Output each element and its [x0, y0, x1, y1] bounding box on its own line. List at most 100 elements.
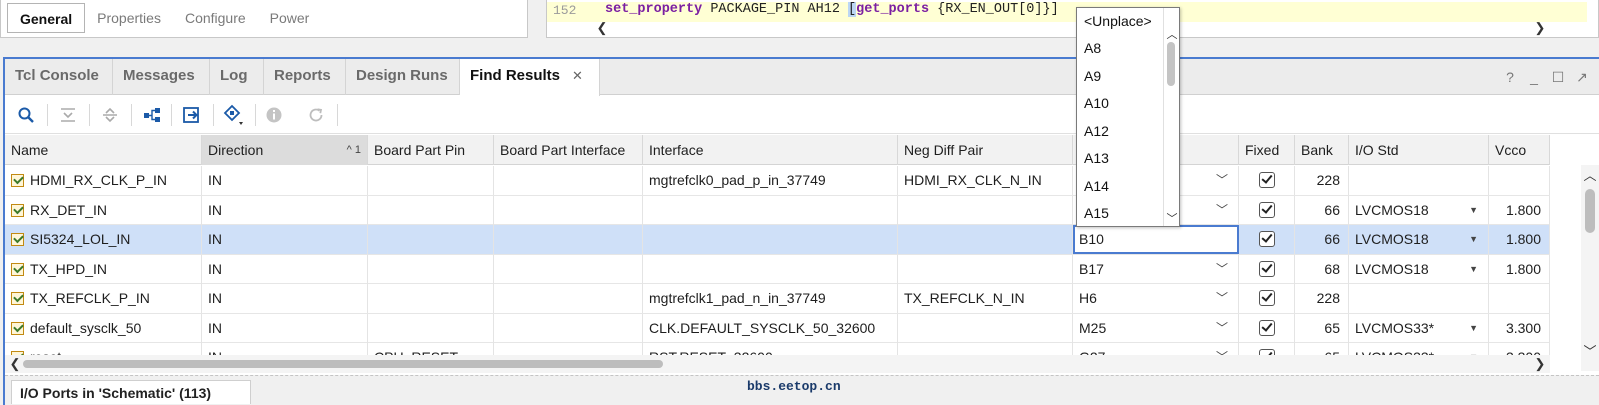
tab-design-runs[interactable]: Design Runs [346, 59, 460, 95]
table-row[interactable]: TX_HPD_IN IN B17 ﹀ 68 LVCMOS18 ▼ 1.800 [5, 254, 1550, 284]
cell-fixed[interactable] [1239, 313, 1295, 343]
cell-package-pin[interactable]: M25 ﹀ [1073, 313, 1239, 343]
col-neg-diff-pair[interactable]: Neg Diff Pair [898, 135, 1073, 165]
expand-all-icon[interactable] [99, 104, 121, 126]
tab-reports[interactable]: Reports [264, 59, 346, 95]
dropdown-arrow-icon[interactable]: ▼ [1469, 255, 1478, 284]
table-vscrollbar[interactable]: ︿ ﹀ [1581, 165, 1599, 371]
col-name[interactable]: Name [5, 135, 202, 165]
table-row[interactable]: RX_DET_IN IN ﹀ 66 LVCMOS18 ▼ 1.800 [5, 195, 1550, 225]
tab-general[interactable]: General [7, 3, 86, 33]
io-ports-tab[interactable]: I/O Ports in 'Schematic' (113) [11, 380, 251, 404]
cell-io-std[interactable]: LVCMOS33* ▼ [1349, 313, 1489, 343]
properties-tabs: General Properties Configure Power [7, 3, 321, 33]
tab-find-results[interactable]: Find Results ✕ [460, 59, 600, 96]
col-direction[interactable]: Direction ^ 1 [202, 135, 368, 165]
editor-hscrollbar[interactable]: ❮ ❯ [547, 20, 1587, 36]
search-icon[interactable] [15, 104, 37, 126]
col-interface[interactable]: Interface [643, 135, 898, 165]
tab-messages[interactable]: Messages [113, 59, 210, 95]
dropdown-arrow-icon[interactable]: ▼ [1469, 225, 1478, 254]
chevron-down-icon[interactable]: ﹀ [1216, 284, 1228, 313]
scroll-up-icon[interactable]: ︿ [1165, 26, 1179, 42]
scroll-down-icon[interactable]: ﹀ [1583, 345, 1597, 359]
col-board-part-pin[interactable]: Board Part Pin [368, 135, 494, 165]
dropdown-option[interactable]: A13 [1084, 148, 1109, 168]
cell-fixed[interactable] [1239, 166, 1295, 195]
cell-fixed[interactable] [1239, 225, 1295, 254]
chevron-down-icon[interactable]: ﹀ [1216, 314, 1228, 343]
col-io-std[interactable]: I/O Std [1349, 135, 1489, 165]
tab-log[interactable]: Log [210, 59, 264, 95]
dropdown-option[interactable]: A12 [1084, 121, 1109, 141]
collapse-all-icon[interactable] [57, 104, 79, 126]
scroll-thumb[interactable] [23, 360, 663, 368]
dropdown-option[interactable]: A9 [1084, 66, 1101, 86]
code-editor[interactable]: 152 set_property PACKAGE_PIN AH12 [get_p… [546, 0, 1599, 38]
minimize-icon[interactable]: _ [1527, 69, 1541, 86]
tab-tcl-console[interactable]: Tcl Console [5, 59, 113, 95]
dropdown-option[interactable]: <Unplace> [1084, 11, 1152, 31]
table-row-selected[interactable]: SI5324_LOL_IN IN B10 66 LVCMOS18 ▼ 1.800 [5, 225, 1550, 255]
col-bank[interactable]: Bank [1295, 135, 1349, 165]
dropdown-option[interactable]: A10 [1084, 93, 1109, 113]
scroll-down-icon[interactable]: ﹀ [1165, 210, 1179, 226]
col-fixed[interactable]: Fixed [1239, 135, 1295, 165]
fixed-checkbox[interactable] [1258, 172, 1275, 188]
export-icon[interactable] [181, 104, 203, 126]
dropdown-arrow-icon[interactable]: ▼ [1469, 196, 1478, 225]
dropdown-scrollbar[interactable]: ︿ ﹀ [1163, 8, 1179, 226]
maximize-icon[interactable]: ☐ [1551, 69, 1565, 86]
input-port-icon [11, 292, 24, 305]
tab-configure[interactable]: Configure [173, 3, 258, 33]
table-hscrollbar[interactable]: ❮ ❯ [5, 355, 1550, 373]
package-pin-input[interactable]: B10 [1073, 225, 1239, 254]
dropdown-option[interactable]: A8 [1084, 38, 1101, 58]
cell-io-std[interactable] [1349, 284, 1489, 313]
dropdown-arrow-icon[interactable]: ▼ [1469, 314, 1478, 343]
chevron-down-icon[interactable]: ﹀ [1216, 196, 1228, 225]
scroll-thumb[interactable] [1585, 189, 1595, 233]
chevron-down-icon[interactable]: ﹀ [1216, 166, 1228, 195]
scroll-right-icon[interactable]: ❯ [1533, 357, 1547, 371]
fixed-checkbox[interactable] [1258, 290, 1275, 306]
col-board-part-interface[interactable]: Board Part Interface [494, 135, 643, 165]
scroll-right-icon[interactable]: ❯ [1533, 21, 1547, 35]
info-icon[interactable] [263, 104, 285, 126]
package-pin-dropdown[interactable]: <Unplace> A8 A9 A10 A12 A13 A14 A15 ︿ ﹀ [1076, 7, 1180, 227]
cell-io-std[interactable] [1349, 166, 1489, 195]
cell-io-std[interactable]: LVCMOS18 ▼ [1349, 225, 1489, 254]
table-row[interactable]: default_sysclk_50 IN CLK.DEFAULT_SYSCLK_… [5, 313, 1550, 343]
close-icon[interactable]: ✕ [572, 68, 583, 83]
cell-io-std[interactable]: LVCMOS18 ▼ [1349, 195, 1489, 225]
dropdown-option[interactable]: A15 [1084, 203, 1109, 223]
scroll-up-icon[interactable]: ︿ [1583, 169, 1597, 183]
fixed-checkbox[interactable] [1258, 260, 1275, 277]
chevron-down-icon[interactable]: ﹀ [1216, 255, 1228, 284]
fixed-checkbox[interactable] [1258, 319, 1275, 336]
refresh-icon[interactable] [305, 104, 327, 126]
tab-power[interactable]: Power [258, 3, 322, 33]
help-icon[interactable]: ? [1503, 69, 1517, 86]
scroll-left-icon[interactable]: ❮ [8, 357, 22, 371]
fixed-checkbox[interactable] [1258, 231, 1275, 247]
table-row[interactable]: TX_REFCLK_P_IN IN mgtrefclk1_pad_n_in_37… [5, 284, 1550, 314]
dropdown-option[interactable]: A14 [1084, 176, 1109, 196]
cell-io-std[interactable]: LVCMOS18 ▼ [1349, 254, 1489, 284]
cell-fixed[interactable] [1239, 254, 1295, 284]
table-row[interactable]: HDMI_RX_CLK_P_IN IN mgtrefclk0_pad_p_in_… [5, 166, 1550, 196]
scroll-left-icon[interactable]: ❮ [595, 21, 609, 35]
highlight-dropdown-icon[interactable] [223, 104, 245, 126]
col-vcco[interactable]: Vcco [1489, 135, 1550, 165]
tab-properties[interactable]: Properties [85, 3, 173, 33]
cell-package-pin[interactable]: H6 ﹀ [1073, 284, 1239, 313]
fixed-checkbox[interactable] [1258, 201, 1275, 218]
scroll-thumb[interactable] [1167, 42, 1175, 86]
code-text[interactable]: set_property PACKAGE_PIN AH12 [get_ports… [605, 2, 1059, 17]
sort-ascending-icon: ^ 1 [346, 144, 361, 156]
hierarchy-icon[interactable] [141, 104, 163, 126]
cell-fixed[interactable] [1239, 195, 1295, 225]
float-icon[interactable]: ↗ [1575, 69, 1589, 86]
cell-fixed[interactable] [1239, 284, 1295, 313]
cell-package-pin[interactable]: B17 ﹀ [1073, 254, 1239, 284]
